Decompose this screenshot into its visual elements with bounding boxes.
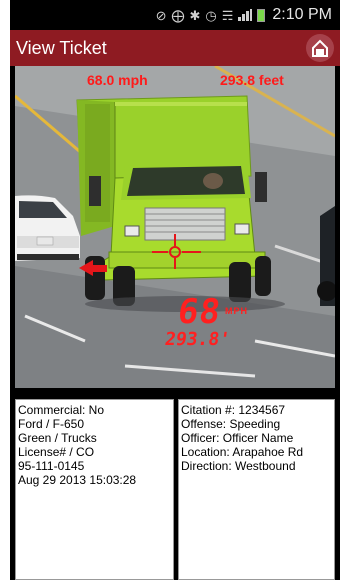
citation-direction: Direction: Westbound xyxy=(181,459,296,473)
lcd-speed-unit: MPH xyxy=(225,306,248,316)
citation-location: Location: Arapahoe Rd xyxy=(181,445,304,459)
ticket-timestamp: Aug 29 2013 15:03:28 xyxy=(18,473,137,487)
citation-officer: Officer: Officer Name xyxy=(181,431,294,445)
signal-icon xyxy=(238,9,253,21)
ticket-photo: 68.0 mph 293.8 feet 68 MPH 293.8' xyxy=(15,66,335,388)
title-bar: View Ticket xyxy=(10,30,340,66)
wifi-icon: ☴ xyxy=(221,7,234,23)
distance-reading: 293.8 feet xyxy=(220,72,284,88)
lcd-distance: 293.8' xyxy=(163,329,232,350)
vehicle-license-state: License# / CO xyxy=(18,445,95,459)
vehicle-color-type: Green / Trucks xyxy=(18,431,97,445)
citation-number: Citation #: 1234567 xyxy=(181,403,286,417)
vehicle-commercial: Commercial: No xyxy=(18,403,105,417)
home-button[interactable] xyxy=(306,34,334,62)
bluetooth-icon: ✱ xyxy=(189,7,201,23)
battery-icon xyxy=(257,8,266,22)
citation-offense: Offense: Speeding xyxy=(181,417,281,431)
lcd-speed: 68 xyxy=(175,292,224,332)
status-time: 2:10 PM xyxy=(272,6,332,23)
no-disturb-icon: ⊘ xyxy=(155,7,167,23)
citation-info-panel: Citation #: 1234567 Offense: Speeding Of… xyxy=(178,399,335,580)
page-title: View Ticket xyxy=(16,37,107,58)
gps-icon: ⨁ xyxy=(171,7,185,23)
vehicle-make-model: Ford / F-650 xyxy=(18,417,85,431)
vehicle-info-panel: Commercial: No Ford / F-650 Green / Truc… xyxy=(15,399,174,580)
alarm-icon: ◷ xyxy=(205,7,217,23)
speed-reading: 68.0 mph xyxy=(87,72,148,88)
app-frame: ⊘ ⨁ ✱ ◷ ☴ 2:10 PM View Ticket 68.0 mph 2… xyxy=(10,0,340,580)
home-icon xyxy=(312,39,328,57)
vehicle-license-number: 95-111-0145 xyxy=(18,459,85,473)
status-bar: ⊘ ⨁ ✱ ◷ ☴ 2:10 PM xyxy=(10,0,340,30)
